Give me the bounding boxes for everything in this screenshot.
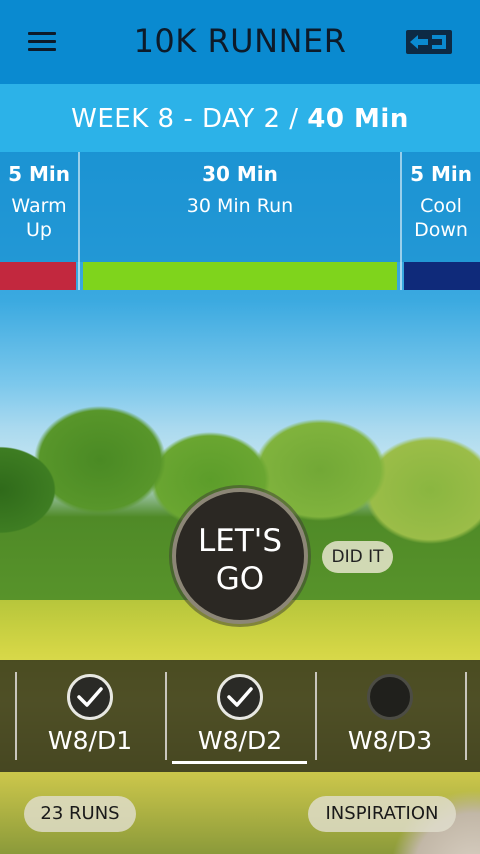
segment-label: Warm [11, 195, 67, 217]
logout-arrow-icon[interactable] [406, 30, 452, 54]
day-label: W8/D2 [197, 726, 283, 755]
week-day-title: WEEK 8 - DAY 2 / 40 Min [0, 104, 480, 134]
check-icon [67, 674, 113, 720]
day-item-w8d3[interactable]: W8/D3 [315, 660, 465, 772]
day-item-w8d2[interactable]: W8/D2 [165, 660, 315, 772]
segment-bar-run [83, 262, 397, 290]
segment-bar-cool-down [404, 262, 480, 290]
top-bar: 10K RUNNER [0, 0, 480, 84]
segment-label: 30 Min Run [186, 195, 294, 217]
segment-label: Down [414, 219, 468, 241]
lets-go-line1: LET'S [198, 523, 282, 559]
segment-duration: 5 Min [410, 162, 472, 186]
runs-count-button[interactable]: 23 RUNS [24, 796, 136, 832]
inspiration-button[interactable]: INSPIRATION [308, 796, 456, 832]
segment-cool-down: 5 Min Cool Down [402, 152, 480, 262]
day-label: W8/D3 [347, 726, 433, 755]
segment-divider [78, 152, 80, 290]
segment-bar-warm-up [0, 262, 76, 290]
day-label: W8/D1 [47, 726, 133, 755]
check-icon [217, 674, 263, 720]
total-duration: 40 Min [307, 104, 409, 134]
empty-circle-icon [367, 674, 413, 720]
segment-run: 30 Min 30 Min Run [80, 152, 400, 262]
week-day-header: WEEK 8 - DAY 2 / 40 Min [0, 84, 480, 152]
segment-label: Up [26, 219, 52, 241]
did-it-button[interactable]: DID IT [322, 541, 393, 573]
segment-duration: 30 Min [202, 162, 278, 186]
day-item-w8d1[interactable]: W8/D1 [15, 660, 165, 772]
selected-day-underline [172, 761, 307, 764]
segment-warm-up: 5 Min Warm Up [0, 152, 78, 262]
week-day-label: WEEK 8 - DAY 2 / [71, 104, 308, 134]
day-divider [465, 672, 467, 760]
lets-go-line2: GO [215, 561, 265, 597]
lets-go-button[interactable]: LET'S GO [172, 488, 308, 624]
segment-divider [400, 152, 402, 290]
segment-duration: 5 Min [8, 162, 70, 186]
segment-label: Cool [420, 195, 462, 217]
